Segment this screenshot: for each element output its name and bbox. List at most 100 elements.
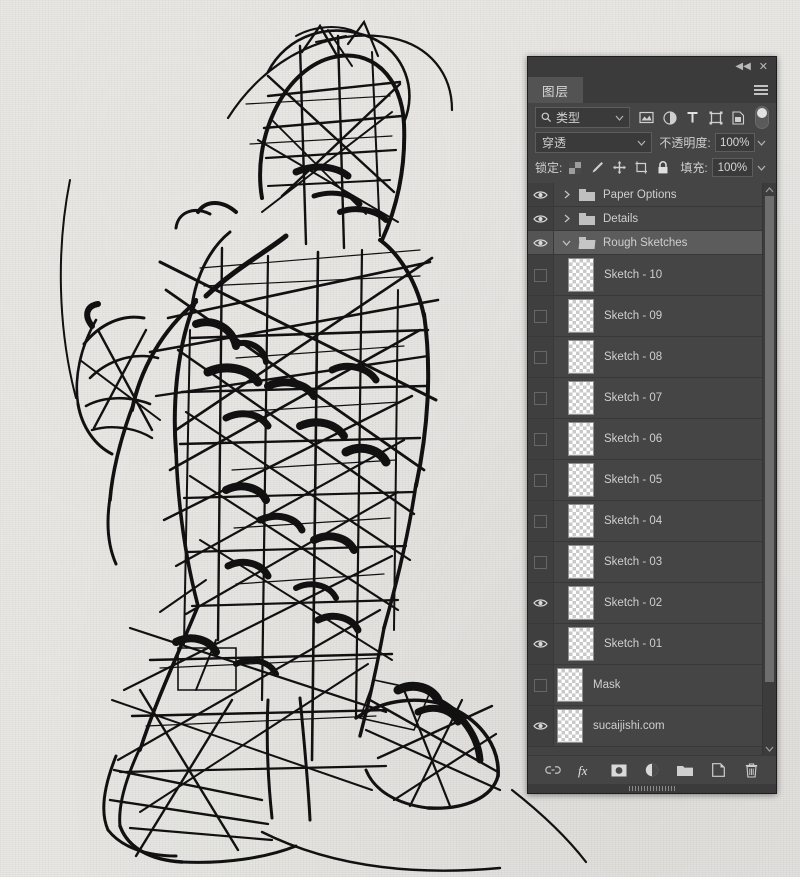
- layer-style-fx-button[interactable]: fx: [578, 762, 594, 778]
- layer-row[interactable]: Details: [528, 207, 762, 231]
- layer-thumbnail[interactable]: [568, 545, 594, 579]
- layer-thumbnail[interactable]: [568, 586, 594, 620]
- layer-row[interactable]: Sketch - 04: [528, 501, 762, 542]
- collapse-panel-icon[interactable]: ◀◀: [735, 62, 750, 72]
- layer-visibility-eye-icon[interactable]: [528, 583, 554, 623]
- fill-chevron-down-icon[interactable]: [753, 158, 769, 177]
- layers-list[interactable]: Paper Options Details Rough Sketches Sketch…: [528, 183, 762, 755]
- layer-thumbnail[interactable]: [568, 463, 594, 497]
- layer-name: Sketch - 05: [604, 474, 663, 486]
- type-filter-icon[interactable]: [681, 108, 704, 127]
- tab-layers[interactable]: 图层: [528, 77, 584, 103]
- filter-type-select[interactable]: 类型: [535, 107, 630, 128]
- chevron-down-icon: [637, 140, 646, 146]
- layer-visibility-eye-icon[interactable]: [528, 624, 554, 664]
- layer-visibility-eye-icon[interactable]: [528, 207, 554, 230]
- lock-image-icon[interactable]: [589, 158, 605, 177]
- layer-visibility-checkbox[interactable]: [528, 337, 554, 377]
- link-layers-button[interactable]: [545, 762, 561, 778]
- scrollbar-thumb[interactable]: [765, 196, 774, 682]
- layer-row[interactable]: Sketch - 05: [528, 460, 762, 501]
- lock-all-icon[interactable]: [655, 158, 671, 177]
- layer-thumbnail[interactable]: [568, 299, 594, 333]
- layer-row[interactable]: Mask: [528, 665, 762, 706]
- layer-row[interactable]: Sketch - 07: [528, 378, 762, 419]
- lock-transparent-icon[interactable]: [567, 158, 583, 177]
- layer-row[interactable]: Rough Sketches: [528, 231, 762, 255]
- layer-visibility-checkbox[interactable]: [528, 501, 554, 541]
- scroll-up-icon[interactable]: [763, 183, 776, 196]
- filter-enable-toggle[interactable]: [755, 106, 769, 129]
- layer-thumbnail[interactable]: [568, 340, 594, 374]
- layer-visibility-eye-icon[interactable]: [528, 183, 554, 206]
- layer-thumbnail[interactable]: [557, 709, 583, 743]
- adjustment-filter-icon[interactable]: [658, 108, 681, 127]
- layer-name: Mask: [593, 679, 621, 691]
- delete-layer-button[interactable]: [743, 762, 759, 778]
- layer-row[interactable]: Sketch - 08: [528, 337, 762, 378]
- layer-name: Sketch - 02: [604, 597, 663, 609]
- filter-row: 类型: [535, 106, 769, 129]
- layer-row[interactable]: Paper Options: [528, 183, 762, 207]
- close-panel-icon[interactable]: ✕: [759, 61, 768, 73]
- fill-label: 填充:: [680, 161, 708, 175]
- blend-mode-value: 穿透: [542, 136, 567, 150]
- shape-filter-icon[interactable]: [704, 108, 727, 127]
- layer-thumbnail[interactable]: [568, 627, 594, 661]
- new-group-button[interactable]: [677, 762, 693, 778]
- layers-panel-footer[interactable]: fx: [528, 755, 776, 784]
- pixel-filter-icon[interactable]: [635, 108, 658, 127]
- layer-name: Sketch - 06: [604, 433, 663, 445]
- chevron-down-icon: [615, 115, 624, 121]
- folder-icon: [578, 236, 596, 249]
- panel-titlebar: ◀◀ ✕: [528, 57, 776, 77]
- add-layer-mask-button[interactable]: [611, 762, 627, 778]
- layer-thumbnail[interactable]: [568, 381, 594, 415]
- layer-row[interactable]: Sketch - 09: [528, 296, 762, 337]
- layer-thumbnail[interactable]: [568, 504, 594, 538]
- blend-mode-select[interactable]: 穿透: [535, 132, 653, 153]
- layer-visibility-checkbox[interactable]: [528, 460, 554, 500]
- layer-visibility-checkbox[interactable]: [528, 378, 554, 418]
- layer-row[interactable]: sucaijishi.com: [528, 706, 762, 747]
- chevron-down-icon[interactable]: [560, 240, 573, 246]
- layer-thumbnail[interactable]: [568, 258, 594, 292]
- panel-menu-icon[interactable]: [754, 85, 768, 95]
- lock-artboard-icon[interactable]: [633, 158, 649, 177]
- layers-panel[interactable]: ◀◀ ✕ 图层 类型 穿透 不透明度: 100% 锁定: 填充: 100% Pa…: [527, 56, 777, 794]
- lock-row: 锁定: 填充: 100%: [535, 157, 769, 178]
- opacity-chevron-down-icon[interactable]: [755, 133, 769, 152]
- layer-visibility-checkbox[interactable]: [528, 665, 554, 705]
- blend-row: 穿透 不透明度: 100%: [535, 132, 769, 153]
- layer-thumbnail[interactable]: [568, 422, 594, 456]
- new-layer-button[interactable]: [710, 762, 726, 778]
- smartobject-filter-icon[interactable]: [727, 108, 750, 127]
- chevron-right-icon[interactable]: [560, 190, 573, 199]
- filter-type-label: 类型: [556, 111, 581, 125]
- layer-row[interactable]: Sketch - 01: [528, 624, 762, 665]
- layer-visibility-checkbox[interactable]: [528, 542, 554, 582]
- new-adjustment-layer-button[interactable]: [644, 762, 660, 778]
- layers-scrollbar[interactable]: [762, 183, 776, 755]
- layer-name: Details: [603, 212, 639, 225]
- panel-resize-grip[interactable]: [528, 784, 776, 793]
- layer-visibility-checkbox[interactable]: [528, 419, 554, 459]
- scroll-down-icon[interactable]: [763, 742, 776, 755]
- fill-input[interactable]: 100%: [711, 158, 754, 177]
- layer-row[interactable]: Sketch - 10: [528, 255, 762, 296]
- layer-row[interactable]: Sketch - 02: [528, 583, 762, 624]
- layer-row[interactable]: Sketch - 06: [528, 419, 762, 460]
- opacity-input[interactable]: 100%: [714, 133, 755, 152]
- layer-visibility-eye-icon[interactable]: [528, 231, 554, 254]
- chevron-right-icon[interactable]: [560, 214, 573, 223]
- layer-row[interactable]: Sketch - 03: [528, 542, 762, 583]
- layer-visibility-checkbox[interactable]: [528, 255, 554, 295]
- lock-position-icon[interactable]: [611, 158, 627, 177]
- layer-thumbnail[interactable]: [557, 668, 583, 702]
- scrollbar-track[interactable]: [763, 196, 776, 742]
- layer-visibility-checkbox[interactable]: [528, 296, 554, 336]
- layer-name: Sketch - 01: [604, 638, 663, 650]
- folder-icon: [579, 188, 595, 201]
- layer-name: Rough Sketches: [603, 236, 688, 249]
- layer-visibility-eye-icon[interactable]: [528, 706, 554, 746]
